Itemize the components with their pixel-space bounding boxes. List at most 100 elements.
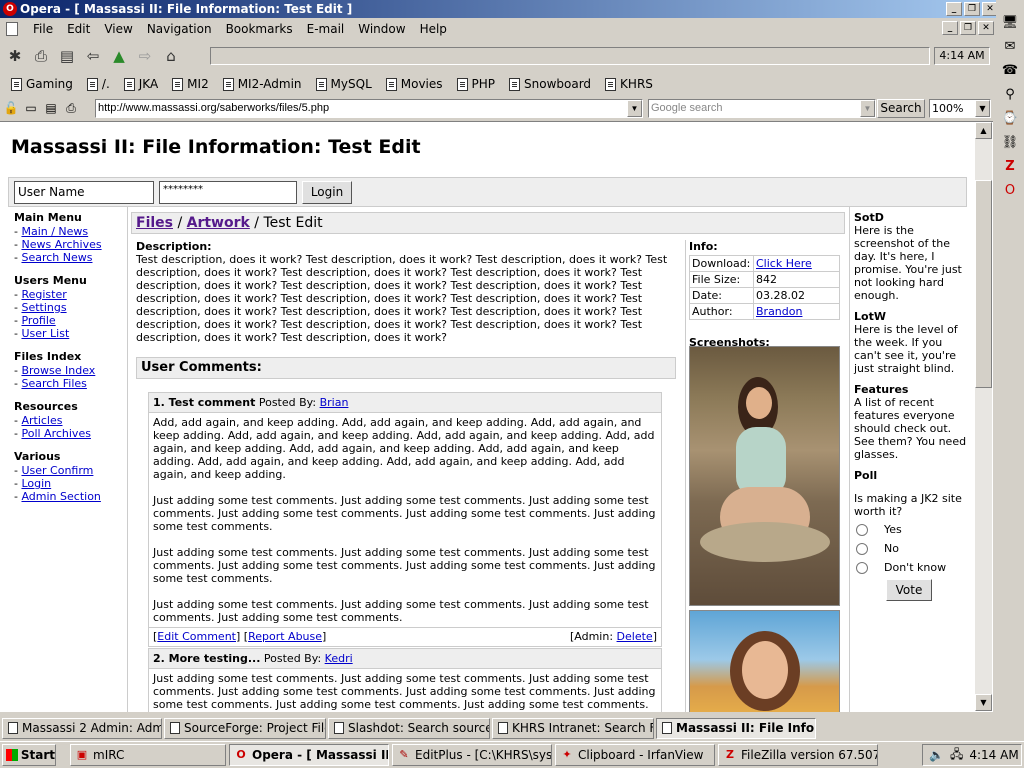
nav-link-login[interactable]: Login <box>21 477 51 490</box>
restore-icon[interactable]: ❐ <box>964 2 980 16</box>
nav-link-settings[interactable]: Settings <box>21 301 66 314</box>
nav-link-browse-index[interactable]: Browse Index <box>21 364 95 377</box>
nav-link-search-news[interactable]: Search News <box>21 251 92 264</box>
contacts-panel-icon[interactable]: ☎ <box>1001 62 1019 80</box>
author-link[interactable]: Brandon <box>756 305 802 318</box>
poll-option-dont-know[interactable]: Don't know <box>856 558 967 577</box>
doc-minimize-icon[interactable]: _ <box>942 21 958 35</box>
security-lock-icon[interactable]: 🔓 <box>2 100 20 117</box>
home-icon[interactable]: ⌂ <box>160 45 182 67</box>
search-dropdown-icon[interactable]: ▼ <box>860 100 875 117</box>
delete-comment-link[interactable]: Delete <box>617 630 653 643</box>
bookmark-mysql[interactable]: MySQL <box>309 77 379 91</box>
radio-button[interactable] <box>856 542 868 555</box>
tab-massassi-file-info[interactable]: Massassi II: File Infor... <box>656 717 816 739</box>
doc-restore-icon[interactable]: ❐ <box>960 21 976 35</box>
bookmark-movies[interactable]: Movies <box>379 77 450 91</box>
task-opera[interactable]: OOpera - [ Massassi II:... <box>229 744 389 766</box>
edit-comment-link[interactable]: Edit Comment <box>157 630 236 643</box>
links-panel-icon[interactable]: ⛓ <box>1001 134 1019 152</box>
comment-author-link[interactable]: Kedri <box>325 652 353 665</box>
bookmark-snowboard[interactable]: Snowboard <box>502 77 598 91</box>
bookmark-mi2-admin[interactable]: MI2-Admin <box>216 77 309 91</box>
forward-icon[interactable]: ⇨ <box>134 45 156 67</box>
breadcrumb-artwork[interactable]: Artwork <box>187 215 250 231</box>
search-input[interactable]: Google search ▼ <box>648 99 876 118</box>
menu-navigation[interactable]: Navigation <box>140 22 219 36</box>
nav-link-articles[interactable]: Articles <box>21 414 62 427</box>
menu-help[interactable]: Help <box>413 22 454 36</box>
tab-khrs-intranet[interactable]: KHRS Intranet: Search Form <box>492 717 654 739</box>
vertical-scrollbar[interactable]: ▲ ▼ <box>975 122 992 711</box>
print-preview-icon[interactable]: ⎙ <box>62 100 80 117</box>
zoom-dropdown-icon[interactable]: ▼ <box>975 100 990 117</box>
back-icon[interactable]: ⇦ <box>82 45 104 67</box>
task-mirc[interactable]: ▣ mIRC <box>70 744 226 766</box>
print-icon[interactable]: ⎙ <box>30 45 52 67</box>
nav-link-register[interactable]: Register <box>21 288 66 301</box>
opera-panel-icon[interactable]: O <box>1001 182 1019 200</box>
page-info-icon[interactable]: ▤ <box>42 100 60 117</box>
scroll-thumb[interactable] <box>975 180 992 388</box>
poll-option-yes[interactable]: Yes <box>856 520 967 539</box>
nav-link-news-archives[interactable]: News Archives <box>21 238 101 251</box>
volume-icon[interactable]: 🔈 <box>929 748 944 762</box>
bookmark-gaming[interactable]: Gaming <box>4 77 80 91</box>
hotlist-icon[interactable]: ✱ <box>4 45 26 67</box>
password-field[interactable]: ******** <box>159 181 297 204</box>
window-icon[interactable]: ▭ <box>22 100 40 117</box>
nav-link-profile[interactable]: Profile <box>21 314 55 327</box>
menu-edit[interactable]: Edit <box>60 22 97 36</box>
menu-email[interactable]: E-mail <box>300 22 352 36</box>
screenshot-thumbnail[interactable] <box>689 610 840 712</box>
network-icon[interactable]: 🖧 <box>950 745 963 766</box>
download-link[interactable]: Click Here <box>756 257 812 270</box>
start-button[interactable]: Start <box>2 744 56 766</box>
nav-link-admin-section[interactable]: Admin Section <box>21 490 100 503</box>
nav-link-main-news[interactable]: Main / News <box>21 225 88 238</box>
nav-link-poll-archives[interactable]: Poll Archives <box>21 427 90 440</box>
mail-panel-icon[interactable]: ✉ <box>1001 38 1019 56</box>
scroll-up-icon[interactable]: ▲ <box>975 122 992 139</box>
zoom-select[interactable]: 100% ▼ <box>929 99 991 118</box>
scroll-down-icon[interactable]: ▼ <box>975 694 992 711</box>
tab-sourceforge[interactable]: SourceForge: Project Filelist <box>164 717 326 739</box>
menu-window[interactable]: Window <box>351 22 412 36</box>
search-button[interactable]: Search <box>877 99 925 118</box>
bookmark-slashdot[interactable]: /. <box>80 77 117 91</box>
window-title-bar[interactable]: O Opera - [ Massassi II: File Informatio… <box>0 0 1000 18</box>
radio-button[interactable] <box>856 561 868 574</box>
screenshot-thumbnail[interactable] <box>689 346 840 606</box>
poll-option-no[interactable]: No <box>856 539 967 558</box>
radio-button[interactable] <box>856 523 868 536</box>
bookmark-khrs[interactable]: KHRS <box>598 77 660 91</box>
task-filezilla[interactable]: ZFileZilla version 67.50728 t... <box>718 744 878 766</box>
breadcrumb-files[interactable]: Files <box>136 215 173 231</box>
nav-link-search-files[interactable]: Search Files <box>21 377 86 390</box>
url-input[interactable]: http://www.massassi.org/saberworks/files… <box>95 99 643 118</box>
history-panel-icon[interactable]: ⌚ <box>1001 110 1019 128</box>
username-field[interactable]: User Name <box>14 181 154 204</box>
panel-icon[interactable]: ▤ <box>56 45 78 67</box>
tray-clock[interactable]: 4:14 AM <box>969 748 1018 762</box>
url-dropdown-icon[interactable]: ▼ <box>627 100 642 117</box>
filezilla-panel-icon[interactable]: Z <box>1001 158 1019 176</box>
bookmark-mi2[interactable]: MI2 <box>165 77 216 91</box>
document-icon[interactable] <box>6 22 18 36</box>
comment-author-link[interactable]: Brian <box>320 396 349 409</box>
hotlist-panel-icon[interactable]: 🖥 <box>1001 14 1019 32</box>
search-panel-icon[interactable]: ⚲ <box>1001 86 1019 104</box>
task-irfanview[interactable]: ✦ Clipboard - IrfanView <box>555 744 715 766</box>
login-button[interactable]: Login <box>302 181 352 204</box>
nav-link-user-confirm[interactable]: User Confirm <box>21 464 93 477</box>
nav-link-user-list[interactable]: User List <box>21 327 69 340</box>
tab-slashdot[interactable]: Slashdot: Search sourcefor... <box>328 717 490 739</box>
bookmark-php[interactable]: PHP <box>450 77 503 91</box>
minimize-icon[interactable]: _ <box>946 2 962 16</box>
bookmark-jka[interactable]: JKA <box>117 77 165 91</box>
task-editplus[interactable]: ✎EditPlus - [C:\KHRS\syste... <box>392 744 552 766</box>
tab-massassi-admin[interactable]: Massassi 2 Admin: Admins <box>2 717 162 739</box>
report-abuse-link[interactable]: Report Abuse <box>248 630 322 643</box>
menu-bookmarks[interactable]: Bookmarks <box>219 22 300 36</box>
vote-button[interactable]: Vote <box>886 579 932 601</box>
